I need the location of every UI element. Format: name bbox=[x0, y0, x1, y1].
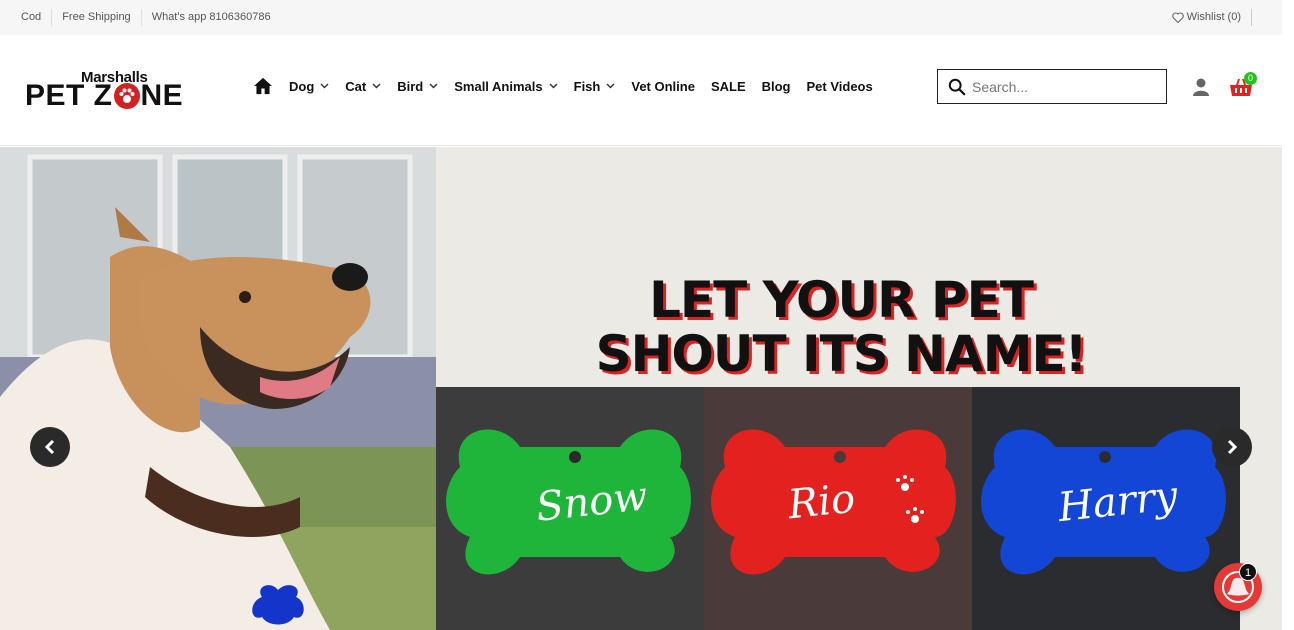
whatsapp-text: What's app 8106360786 bbox=[151, 11, 271, 23]
cart-count-badge: 0 bbox=[1244, 72, 1257, 85]
search-icon bbox=[948, 78, 966, 95]
slider-next-button[interactable] bbox=[1212, 427, 1252, 467]
free-shipping-text: Free Shipping bbox=[52, 9, 142, 26]
nav-item-sale[interactable]: SALE bbox=[711, 79, 746, 94]
wishlist-link[interactable]: Wishlist (0) bbox=[1171, 9, 1252, 26]
nav-item-small-animals[interactable]: Small Animals bbox=[454, 78, 558, 94]
chevron-down-icon bbox=[320, 83, 329, 89]
tag-name-harry: Harry bbox=[1055, 472, 1180, 532]
chevron-down-icon bbox=[606, 83, 615, 89]
nav-item-label: Small Animals bbox=[454, 78, 543, 94]
slider-prev-button[interactable] bbox=[30, 427, 70, 467]
hero-slider: LET YOUR PET SHOUT ITS NAME! Snow Rio Ha… bbox=[0, 147, 1282, 630]
nav-item-fish[interactable]: Fish bbox=[574, 79, 616, 94]
tag-name-rio: Rio bbox=[785, 475, 858, 529]
tag-panel-green: Snow bbox=[436, 387, 704, 630]
nav-item-label: SALE bbox=[710, 78, 746, 94]
nav-item-label: Dog bbox=[289, 78, 315, 94]
paw-icon bbox=[113, 83, 140, 109]
site-logo[interactable]: Marshalls PET Z NE bbox=[25, 69, 215, 112]
tag-panel-red: Rio bbox=[704, 387, 972, 630]
logo-text-right: NE bbox=[140, 79, 184, 112]
chevron-left-icon bbox=[44, 440, 55, 454]
notification-bell-button[interactable]: 1 bbox=[1214, 563, 1262, 611]
logo-text-left: PET Z bbox=[25, 79, 113, 112]
home-icon[interactable] bbox=[253, 77, 273, 95]
cart-icon[interactable]: 0 bbox=[1230, 72, 1257, 102]
chevron-down-icon bbox=[372, 83, 381, 89]
wishlist-label: Wishlist (0) bbox=[1186, 11, 1241, 23]
nav-item-label: Vet Online bbox=[631, 78, 695, 94]
nav-item-label: Fish bbox=[573, 78, 601, 94]
nav-item-dog[interactable]: Dog bbox=[289, 79, 329, 94]
chevron-down-icon bbox=[549, 83, 558, 89]
cod-text: Cod bbox=[0, 9, 53, 26]
nav-item-label: Blog bbox=[761, 78, 791, 94]
hero-headline-line-2: SHOUT ITS NAME! bbox=[595, 325, 1088, 383]
nav-item-pet-videos[interactable]: Pet Videos bbox=[807, 79, 873, 94]
top-bar: Cod Free Shipping What's app 8106360786 … bbox=[0, 0, 1282, 35]
user-account-icon[interactable] bbox=[1193, 78, 1209, 101]
nav-item-vet-online[interactable]: Vet Online bbox=[631, 79, 695, 94]
nav-item-bird[interactable]: Bird bbox=[397, 79, 438, 94]
tag-name-snow: Snow bbox=[533, 473, 650, 531]
notification-count-badge: 1 bbox=[1239, 563, 1257, 581]
nav-item-blog[interactable]: Blog bbox=[762, 79, 791, 94]
nav-item-cat[interactable]: Cat bbox=[345, 79, 381, 94]
hero-headline-line-1: LET YOUR PET bbox=[649, 271, 1034, 329]
heart-icon bbox=[1171, 12, 1184, 23]
nav-item-label: Cat bbox=[345, 78, 367, 94]
tag-panel-blue: Harry bbox=[972, 387, 1240, 630]
search-box[interactable] bbox=[937, 69, 1167, 104]
nav-item-label: Pet Videos bbox=[806, 78, 873, 94]
chevron-right-icon bbox=[1227, 440, 1238, 454]
hero-headline: LET YOUR PET SHOUT ITS NAME! bbox=[436, 273, 1246, 381]
chevron-down-icon bbox=[429, 83, 438, 89]
main-nav: Dog Cat Bird Small Animals Fish Vet Online SAL… bbox=[253, 77, 889, 95]
site-header: Marshalls PET Z NE Dog Cat Bird Small Anima… bbox=[0, 35, 1282, 146]
nav-item-label: Bird bbox=[397, 78, 424, 94]
search-input[interactable] bbox=[972, 78, 1152, 95]
